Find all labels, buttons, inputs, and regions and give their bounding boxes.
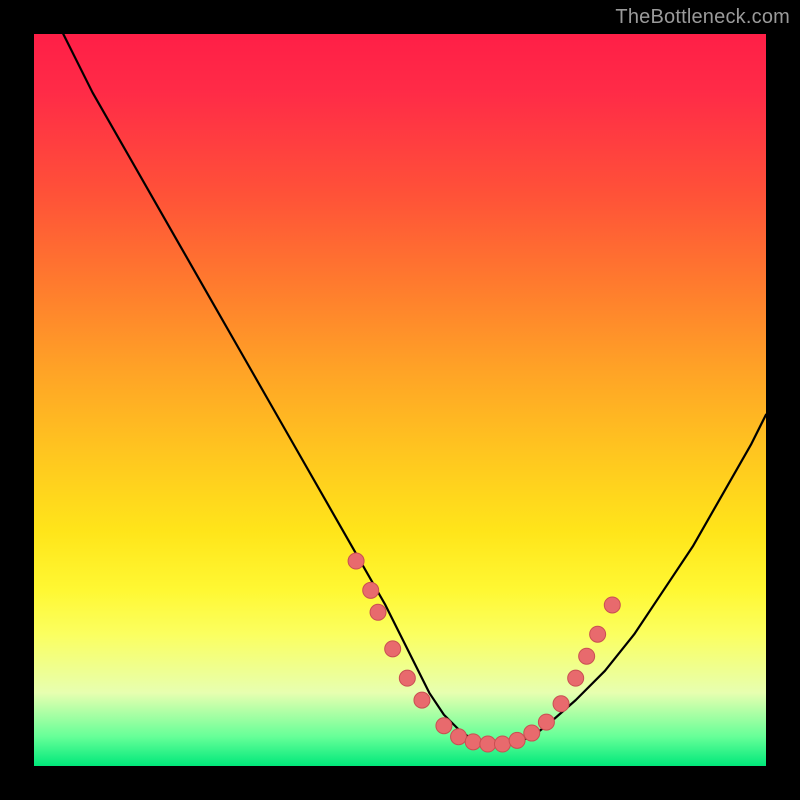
plot-area	[34, 34, 766, 766]
data-point	[465, 734, 481, 750]
data-point	[494, 736, 510, 752]
data-point	[363, 582, 379, 598]
data-point	[590, 626, 606, 642]
data-point	[451, 729, 467, 745]
data-point	[414, 692, 430, 708]
data-point	[524, 725, 540, 741]
data-point	[568, 670, 584, 686]
watermark-text: TheBottleneck.com	[615, 6, 790, 29]
data-point	[348, 553, 364, 569]
data-point	[509, 732, 525, 748]
data-point	[538, 714, 554, 730]
chart-frame: TheBottleneck.com	[0, 0, 800, 800]
data-point	[604, 597, 620, 613]
data-point	[436, 718, 452, 734]
data-point	[480, 736, 496, 752]
bottleneck-curve-path	[63, 34, 766, 744]
data-point	[385, 641, 401, 657]
data-points-group	[348, 553, 620, 752]
data-point	[579, 648, 595, 664]
bottleneck-curve-svg	[34, 34, 766, 766]
data-point	[399, 670, 415, 686]
data-point	[370, 604, 386, 620]
data-point	[553, 696, 569, 712]
